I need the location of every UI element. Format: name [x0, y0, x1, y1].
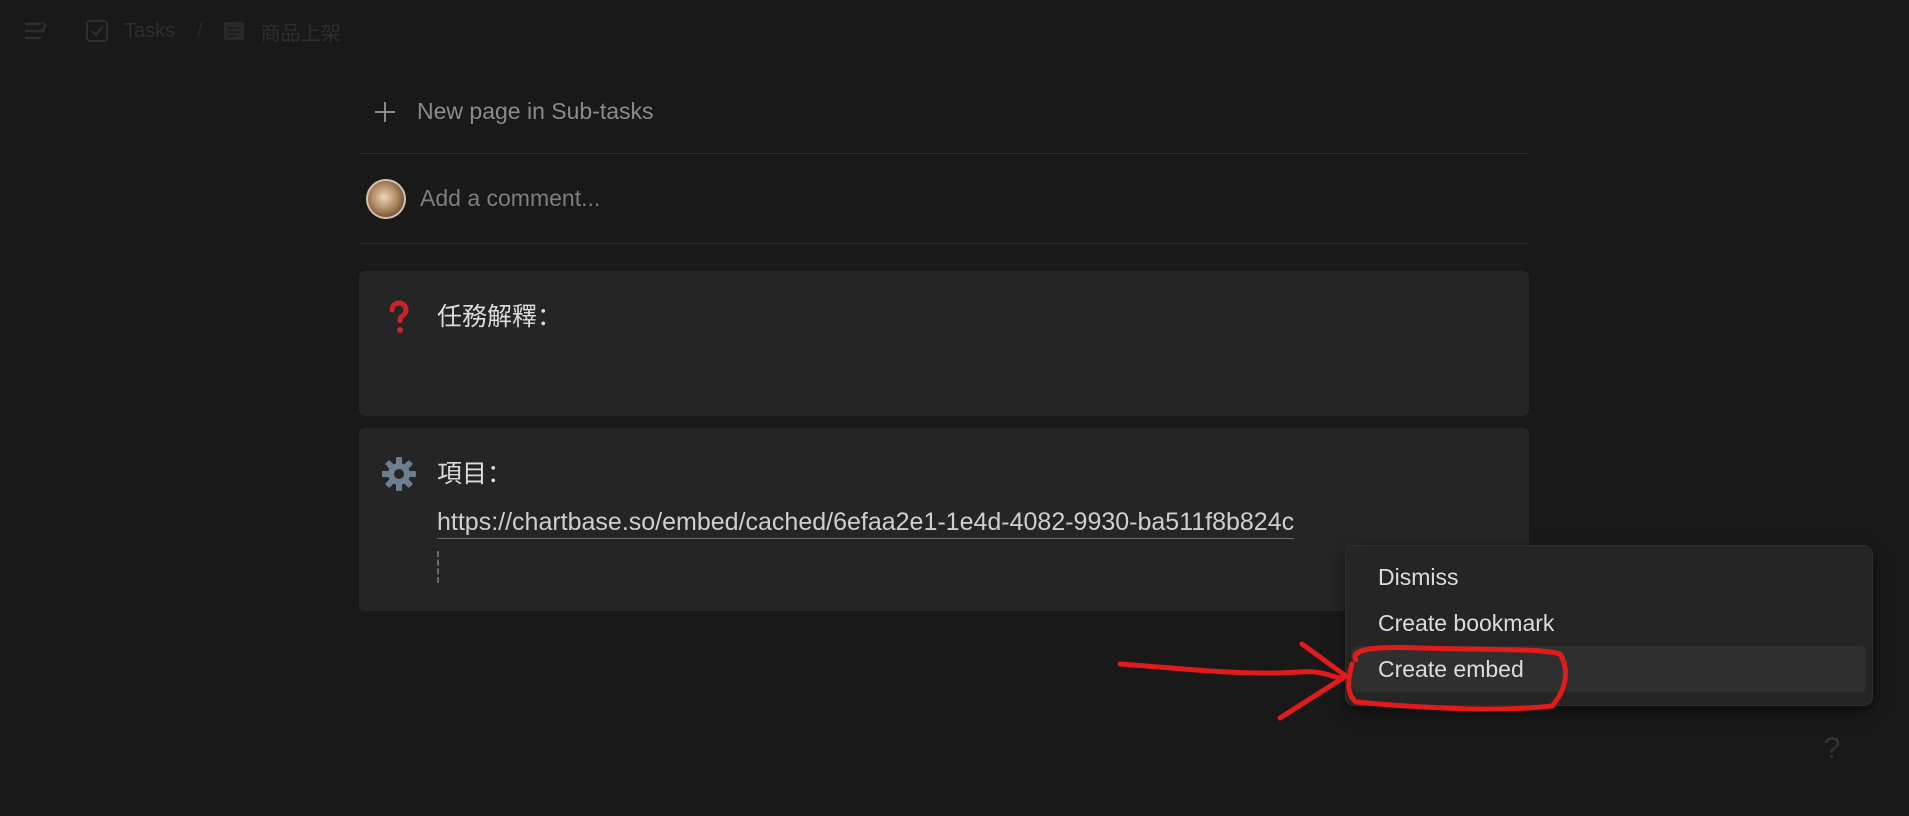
- new-page-label: New page in Sub-tasks: [417, 98, 654, 124]
- comment-input[interactable]: [420, 185, 1320, 212]
- callout-title[interactable]: 項目：: [437, 454, 1294, 494]
- page-icon: [223, 22, 244, 40]
- breadcrumb-label: 商品上架: [260, 22, 341, 45]
- dismiss-option[interactable]: Dismiss: [1352, 554, 1866, 600]
- question-mark-icon: [389, 300, 409, 333]
- annotation-arrow-shaft: [1117, 661, 1343, 681]
- pasted-url-link[interactable]: https://chartbase.so/embed/cached/6efaa2…: [437, 506, 1295, 539]
- paste-options-menu: Dismiss Create bookmark Create embed: [1346, 546, 1872, 705]
- breadcrumb-item-page[interactable]: 商品上架: [221, 17, 341, 46]
- plus-icon: [375, 101, 395, 122]
- checkbox-icon: [86, 20, 108, 42]
- create-embed-option[interactable]: Create embed: [1352, 646, 1866, 692]
- page-content: New page in Sub-tasks 任務解釋：: [359, 70, 1529, 611]
- breadcrumb-label: Tasks: [124, 19, 176, 42]
- text-cursor: [437, 551, 439, 583]
- avatar: [366, 178, 406, 219]
- annotation-arrow-head: [1277, 641, 1349, 721]
- callout-task-explanation[interactable]: 任務解釋：: [359, 271, 1529, 416]
- sidebar-toggle[interactable]: [22, 18, 62, 44]
- breadcrumb-item-tasks[interactable]: Tasks: [84, 18, 175, 44]
- gear-icon: [382, 457, 416, 491]
- create-bookmark-option[interactable]: Create bookmark: [1352, 600, 1866, 646]
- top-bar: Tasks / 商品上架: [0, 0, 1909, 62]
- new-subtask-page-button[interactable]: New page in Sub-tasks: [359, 70, 1529, 154]
- comment-row: [359, 154, 1529, 244]
- callout-title[interactable]: 任務解釋：: [437, 297, 562, 337]
- help-button[interactable]: ?: [1814, 731, 1850, 767]
- menu-icon[interactable]: [22, 18, 48, 44]
- breadcrumb-separator: /: [197, 19, 203, 42]
